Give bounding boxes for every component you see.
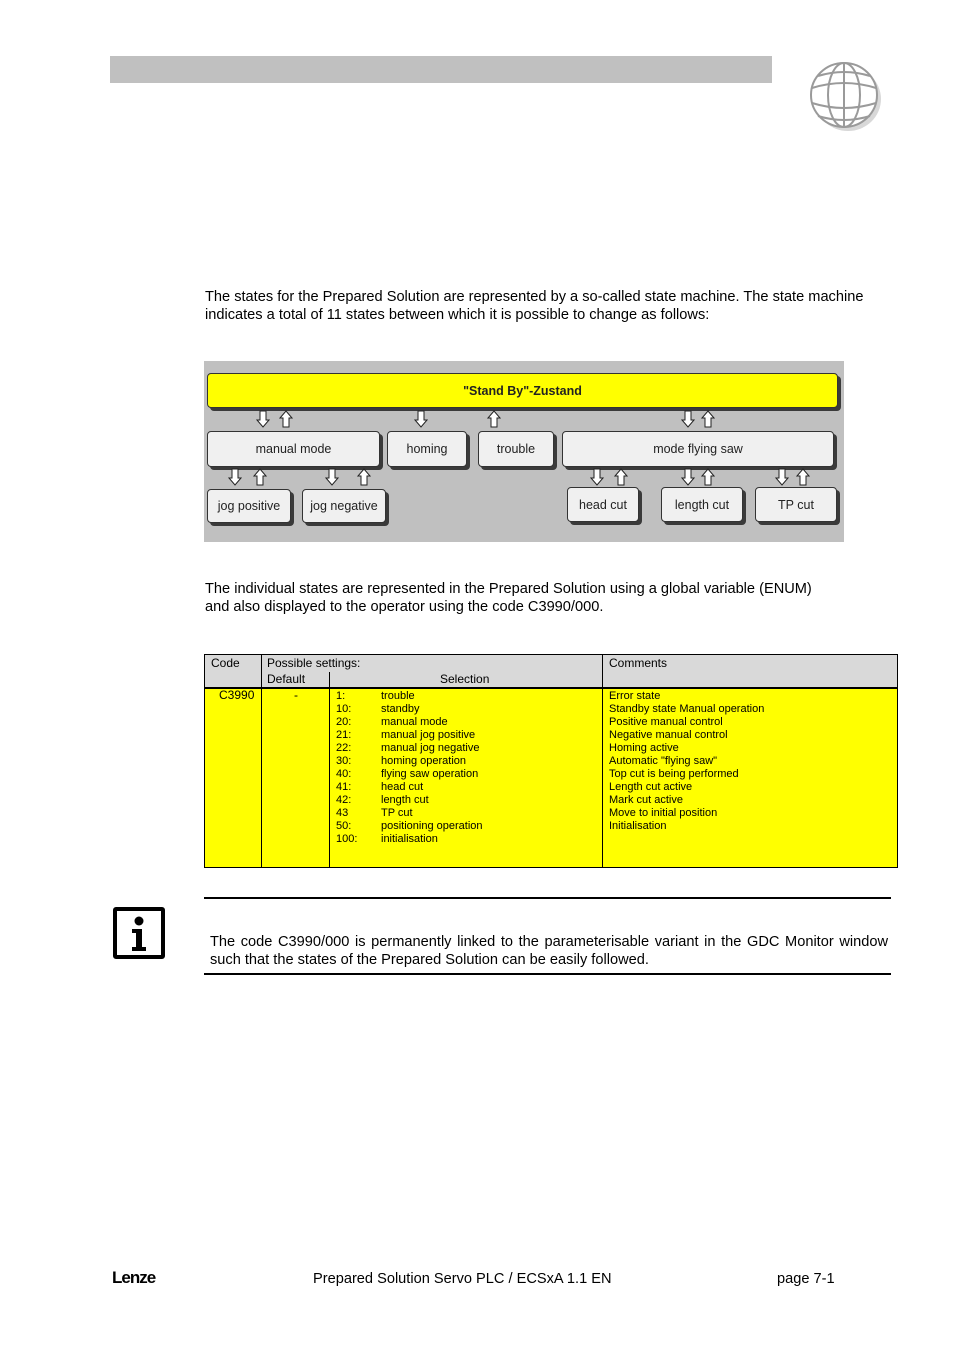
state-length-cut: length cut — [661, 487, 743, 522]
page-number: page 7-1 — [777, 1271, 835, 1287]
column-divider — [329, 672, 330, 867]
selection-label: flying saw operation — [381, 768, 479, 780]
intro-paragraph: The states for the Prepared Solution are… — [205, 289, 864, 323]
arrow-up-icon — [701, 410, 715, 428]
selection-label: TP cut — [381, 807, 413, 819]
state-standby: "Stand By"-Zustand — [207, 373, 838, 408]
cell-code: C3990 — [219, 688, 255, 702]
comment-line: Standby state Manual operation — [609, 703, 765, 715]
arrow-down-icon — [590, 468, 604, 486]
comment-line: Top cut is being performed — [609, 768, 739, 780]
comment-line: Negative manual control — [609, 729, 728, 741]
arrow-down-icon — [681, 410, 695, 428]
comment-line: Move to initial position — [609, 807, 718, 819]
comment-line: Length cut active — [609, 781, 693, 793]
selection-value: 22: — [336, 742, 352, 754]
comment-line: Homing active — [609, 742, 679, 754]
arrow-down-icon — [414, 410, 428, 428]
state-trouble: trouble — [478, 431, 554, 467]
comment-line: Error state — [609, 690, 661, 702]
cell-selection-values: 1: 10: 20: 21: 22: 30: 40: 41: 42: 43 50: 100: — [336, 690, 357, 846]
comment-line: Automatic "flying saw" — [609, 755, 718, 767]
cell-comments: Error state Standby state Manual operatio… — [609, 690, 764, 833]
state-mode-flying-saw: mode flying saw — [562, 431, 834, 467]
arrow-up-icon — [701, 468, 715, 486]
state-manual-mode: manual mode — [207, 431, 380, 467]
selection-value: 42: — [336, 794, 352, 806]
arrow-down-icon — [775, 468, 789, 486]
state-homing: homing — [387, 431, 467, 467]
note-top-rule — [204, 897, 891, 899]
state-machine-diagram: "Stand By"-Zustand manual mode homing tr… — [204, 361, 844, 542]
state-head-cut: head cut — [567, 487, 639, 522]
arrow-up-icon — [796, 468, 810, 486]
selection-label: trouble — [381, 690, 415, 702]
cell-selection-labels: trouble standby manual mode manual jog posi… — [381, 690, 483, 846]
selection-value: 43 — [336, 807, 349, 819]
arrow-down-icon — [228, 468, 242, 486]
header-possible-settings: Possible settings: — [267, 656, 361, 670]
selection-label: manual jog positive — [381, 729, 476, 741]
selection-value: 21: — [336, 729, 352, 741]
selection-label: manual jog negative — [381, 742, 480, 754]
selection-label: standby — [381, 703, 420, 715]
note-bottom-rule — [204, 973, 891, 975]
selection-label: initialisation — [381, 833, 438, 845]
selection-value: 10: — [336, 703, 352, 715]
table-row: C3990 - 1: 10: 20: 21: 22: 30: 40: 41: 42: 43 50: 1… — [205, 689, 897, 867]
selection-value: 1: — [336, 690, 346, 702]
selection-label: manual mode — [381, 716, 448, 728]
comment-line: Positive manual control — [609, 716, 723, 728]
header-comments: Comments — [609, 656, 668, 670]
column-divider — [602, 655, 603, 867]
selection-value: 20: — [336, 716, 352, 728]
globe-icon — [810, 62, 881, 131]
selection-value: 30: — [336, 755, 352, 767]
column-divider — [261, 655, 262, 867]
arrow-up-icon — [357, 468, 371, 486]
table-header: Code Possible settings: Default Selectio… — [205, 655, 897, 689]
arrow-down-icon — [325, 468, 339, 486]
selection-label: head cut — [381, 781, 424, 793]
selection-label: homing operation — [381, 755, 467, 767]
code-table: Code Possible settings: Default Selectio… — [204, 654, 898, 868]
arrow-up-icon — [487, 410, 501, 428]
enum-paragraph: The individual states are represented in… — [205, 581, 812, 615]
arrow-down-icon — [256, 410, 270, 428]
arrow-up-icon — [614, 468, 628, 486]
arrow-up-icon — [253, 468, 267, 486]
selection-label: length cut — [381, 794, 429, 806]
cell-default: - — [294, 688, 298, 702]
lenze-logo: Lenze — [112, 1268, 156, 1287]
selection-value: 41: — [336, 781, 352, 793]
header-code: Code — [211, 656, 240, 670]
note-text: The code C3990/000 is permanently linked… — [210, 934, 888, 968]
header-default: Default — [267, 672, 306, 686]
selection-value: 50: — [336, 820, 352, 832]
info-icon — [113, 907, 165, 959]
arrow-up-icon — [279, 410, 293, 428]
selection-value: 40: — [336, 768, 352, 780]
state-tp-cut: TP cut — [755, 487, 837, 522]
header-selection: Selection — [440, 672, 490, 686]
selection-value: 100: — [336, 833, 358, 845]
comment-line: Initialisation — [609, 820, 667, 832]
state-jog-positive: jog positive — [207, 489, 291, 523]
state-jog-negative: jog negative — [302, 489, 386, 523]
comment-line: Mark cut active — [609, 794, 683, 806]
footer-title: Prepared Solution Servo PLC / ECSxA 1.1 … — [313, 1271, 612, 1287]
selection-label: positioning operation — [381, 820, 483, 832]
arrow-down-icon — [681, 468, 695, 486]
header-bar — [110, 56, 772, 83]
